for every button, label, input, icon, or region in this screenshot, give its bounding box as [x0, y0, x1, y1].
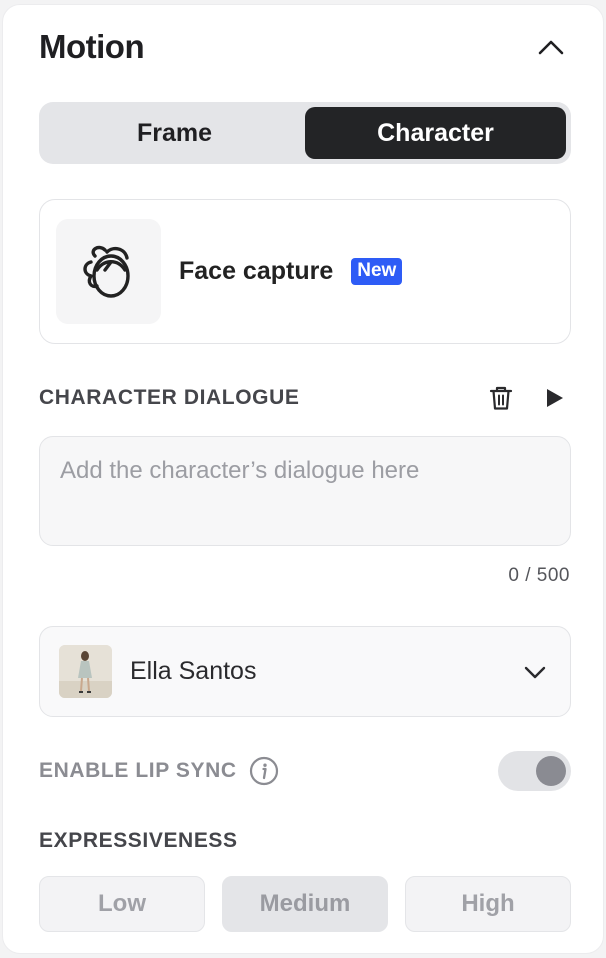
play-icon — [547, 389, 563, 407]
tab-character[interactable]: Character — [305, 107, 566, 159]
lip-sync-row: ENABLE LIP SYNC — [39, 750, 571, 792]
lip-sync-label-group: ENABLE LIP SYNC — [39, 756, 279, 786]
motion-panel: Motion Frame Character Face capture New — [2, 4, 604, 954]
play-dialogue-button[interactable] — [539, 382, 571, 414]
expressiveness-high-button[interactable]: High — [405, 876, 571, 932]
expressiveness-label: EXPRESSIVENESS — [39, 829, 238, 852]
panel-title: Motion — [39, 28, 145, 65]
voice-select[interactable]: Ella Santos — [39, 626, 571, 717]
lip-sync-label: ENABLE LIP SYNC — [39, 759, 237, 782]
face-capture-icon — [82, 245, 130, 298]
dialogue-actions — [485, 382, 571, 414]
info-icon[interactable] — [249, 756, 279, 786]
avatar — [59, 645, 112, 698]
toggle-knob — [536, 756, 566, 786]
face-capture-label: Face capture — [179, 257, 334, 285]
expressiveness-low-button[interactable]: Low — [39, 876, 205, 932]
new-badge: New — [351, 258, 403, 285]
tab-frame[interactable]: Frame — [44, 107, 305, 159]
delete-dialogue-button[interactable] — [485, 382, 517, 414]
expressiveness-options: Low Medium High — [39, 876, 571, 932]
chevron-down-icon — [524, 666, 546, 678]
panel-header: Motion — [39, 27, 571, 67]
mode-tabs: Frame Character — [39, 102, 571, 164]
character-counter: 0 / 500 — [508, 565, 570, 586]
face-capture-thumbnail — [56, 219, 161, 324]
lip-sync-toggle[interactable] — [498, 751, 571, 791]
dialogue-input[interactable] — [39, 436, 571, 546]
collapse-button[interactable] — [531, 27, 571, 67]
face-capture-card[interactable]: Face capture New — [39, 199, 571, 344]
voice-name: Ella Santos — [130, 657, 257, 685]
expressiveness-medium-button[interactable]: Medium — [222, 876, 388, 932]
trash-icon — [489, 386, 513, 410]
dialogue-header: CHARACTER DIALOGUE — [39, 380, 571, 416]
chevron-up-icon — [538, 40, 564, 55]
dialogue-section-label: CHARACTER DIALOGUE — [39, 386, 300, 409]
